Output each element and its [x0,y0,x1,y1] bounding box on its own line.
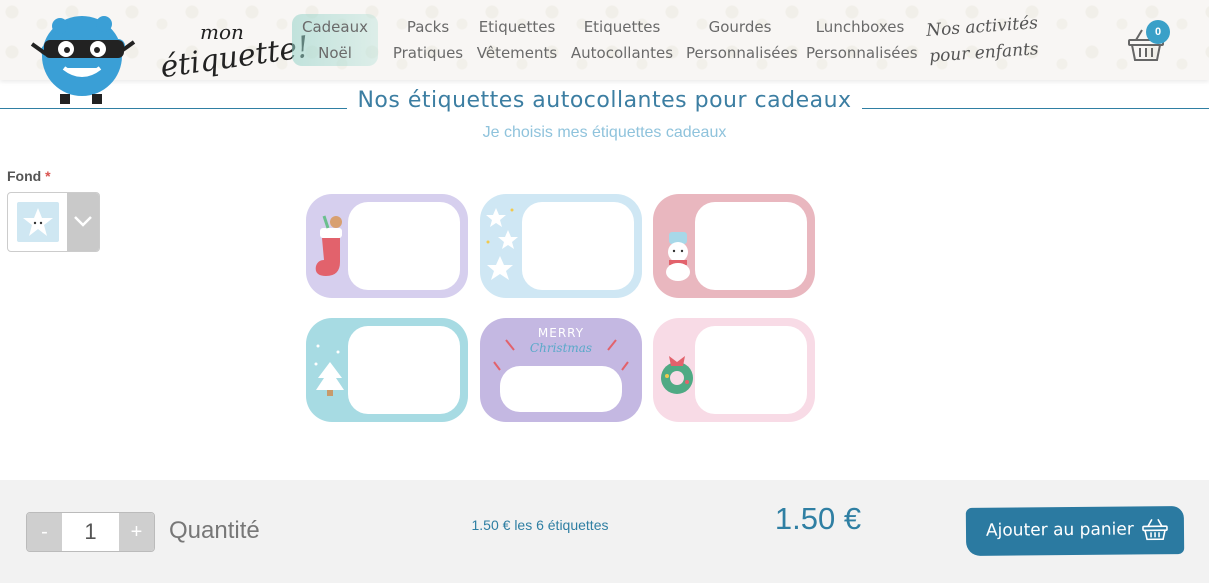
quantity-input[interactable] [62,513,119,551]
nav-item-line2: Personnalisées [806,44,918,62]
nav-item-line2: Autocollantes [570,44,674,62]
basket-icon [1142,518,1168,541]
snowman-icon [666,232,690,281]
label-tile-stocking[interactable] [306,194,468,298]
page-title: Nos étiquettes autocollantes pour cadeau… [0,88,1209,113]
add-to-cart-label: Ajouter au panier [985,519,1134,541]
unit-price-text: 1.50 € les 6 étiquettes [471,517,609,533]
christmas-stocking-icon [315,215,342,276]
fond-label: Fond * [7,168,51,184]
christmas-wreath-icon [661,356,693,394]
nav-item-line1: Gourdes [708,18,772,36]
quantity-label: Quantité [169,517,260,544]
purchase-bar: - + Quantité 1.50 € les 6 étiquettes 1.5… [0,480,1209,583]
nav-item-line2: Noël [318,44,352,62]
label-blank-area [500,366,622,412]
fond-select[interactable] [7,192,100,252]
label-blank-area [348,326,460,414]
star-icon [23,208,53,236]
nav-item-etiquettes-vetements[interactable]: Etiquettes Vêtements [476,14,558,66]
tile-christmas-text: Christmas [529,341,593,355]
add-to-cart-button[interactable]: Ajouter au panier [965,506,1185,556]
christmas-tree-icon [314,344,344,396]
quantity-decrement-button[interactable]: - [27,513,62,551]
quantity-increment-button[interactable]: + [119,513,154,551]
label-blank-area [695,326,807,414]
quantity-stepper: - + [26,512,155,552]
stars-icon [486,208,518,280]
page: mon étiquette! Cadeaux Noël Packs Pratiq… [0,0,1209,583]
nav-item-line1: Etiquettes [583,18,661,36]
page-subtitle: Je choisis mes étiquettes cadeaux [482,124,727,141]
page-title-text: Nos étiquettes autocollantes pour cadeau… [347,88,862,113]
tile-merry-text: MERRY [537,326,585,340]
label-tile-merry-christmas[interactable]: MERRY Christmas [480,318,642,422]
nav-item-line1: Packs [406,18,450,36]
nav-item-line2: Vêtements [476,44,558,62]
nav-item-line2: Personnalisées [686,44,798,62]
label-tile-wreath[interactable] [653,318,815,422]
nav-item-etiquettes-autocollantes[interactable]: Etiquettes Autocollantes [570,14,674,66]
label-blank-area [695,202,807,290]
nav-item-lunchboxes[interactable]: Lunchboxes Personnalisées [806,14,918,66]
label-tile-snowman[interactable] [653,194,815,298]
nav-item-line1: Etiquettes [478,18,556,36]
fond-dropdown-toggle[interactable] [67,193,99,251]
nav-item-cadeaux-noel[interactable]: Cadeaux Noël [292,14,378,66]
nav-item-line2: Pratiques [392,44,464,62]
total-price: 1.50 € [774,501,862,536]
chevron-down-icon [74,216,92,227]
nav-item-line1: Lunchboxes [815,18,905,36]
fond-selected-thumbnail [17,202,59,242]
fond-label-text: Fond [7,168,42,184]
cart-count-badge: 0 [1146,20,1170,44]
nav-item-line1: Cadeaux [302,18,368,36]
label-blank-area [522,202,634,290]
label-blank-area [348,202,460,290]
nav-item-activites[interactable]: Nos activités pour enfants [922,10,1043,70]
nav-item-packs-pratiques[interactable]: Packs Pratiques [392,14,464,66]
label-tile-tree[interactable] [306,318,468,422]
cart-button[interactable]: 0 [1128,20,1172,62]
required-mark: * [45,168,51,184]
site-header: mon étiquette! Cadeaux Noël Packs Pratiq… [0,0,1209,104]
label-tile-stars[interactable] [480,194,642,298]
nav-item-gourdes[interactable]: Gourdes Personnalisées [686,14,798,66]
